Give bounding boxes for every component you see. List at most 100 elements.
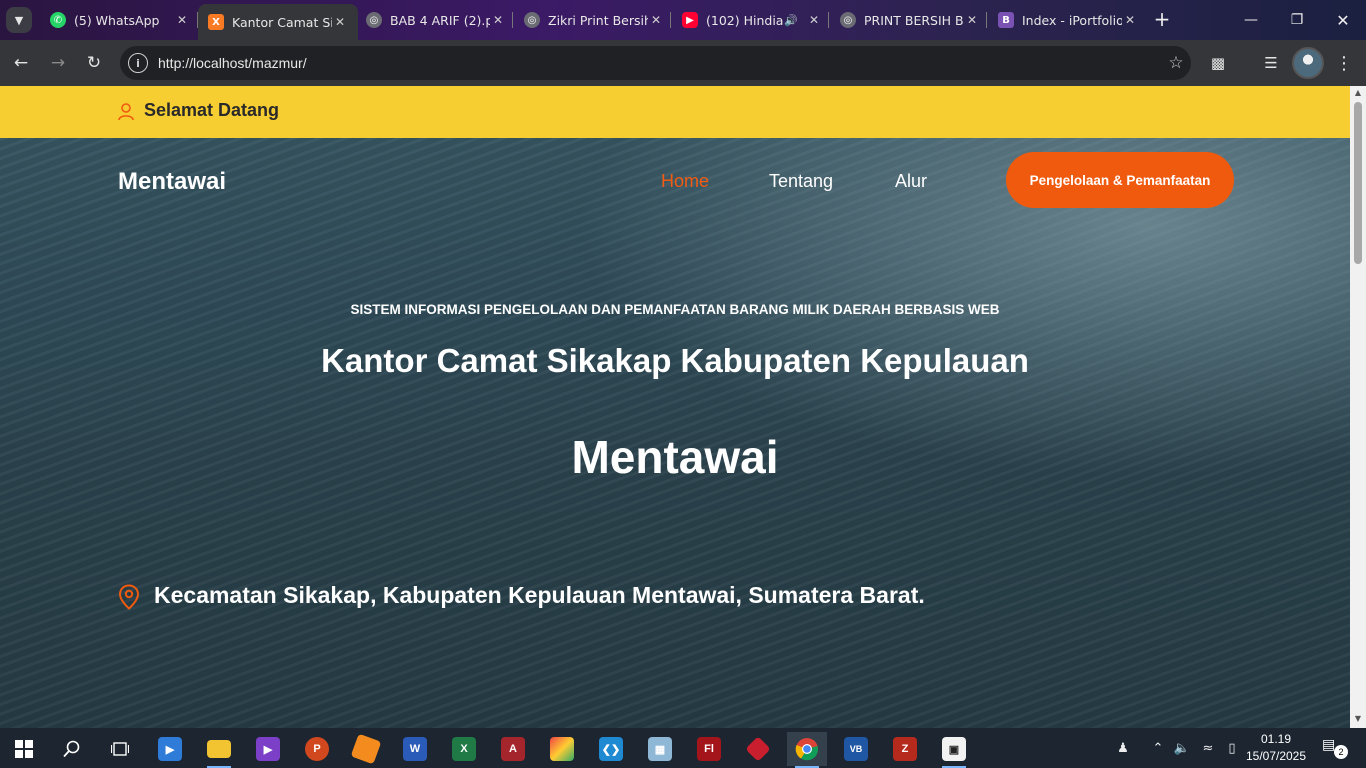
windows-start-icon: [15, 740, 33, 758]
nav-alur[interactable]: Alur: [895, 171, 927, 192]
battery-icon[interactable]: ▯: [1220, 728, 1244, 768]
tab-title: PRINT BERSIH BI: [864, 12, 964, 28]
globe-icon: ◎: [524, 12, 540, 28]
vscode-icon[interactable]: ❮❯: [591, 732, 631, 766]
close-icon[interactable]: ✕: [1122, 13, 1138, 27]
close-icon[interactable]: ✕: [174, 13, 190, 27]
welcome-bar: Selamat Datang: [0, 86, 1350, 138]
tab-separator: [512, 12, 513, 28]
page-viewport: Selamat Datang Mentawai Home Tentang Alu…: [0, 86, 1350, 728]
scroll-down-icon[interactable]: ▼: [1353, 714, 1363, 723]
youtube-icon: ▶: [682, 12, 698, 28]
notification-icon[interactable]: ▤ 2: [1322, 737, 1348, 759]
browser-toolbar: ← → ↻ i http://localhost/mazmur/ ☆ ▩ ☰ ⋮: [0, 40, 1366, 86]
profile-avatar[interactable]: [1292, 47, 1324, 79]
whatsapp-icon: ✆: [50, 12, 66, 28]
tab-iportfolio[interactable]: B Index - iPortfolio ✕: [988, 5, 1148, 35]
browser-tab-strip: ▼ ✆ (5) WhatsApp ✕ X Kantor Camat Sik ✕ …: [0, 0, 1366, 40]
excel-icon[interactable]: X: [444, 732, 484, 766]
hero-subtitle: SISTEM INFORMASI PENGELOLAAN DAN PEMANFA…: [350, 302, 1000, 317]
back-arrow-icon[interactable]: ←: [8, 50, 34, 76]
extensions-puzzle-icon[interactable]: ▩: [1205, 50, 1231, 76]
reload-icon[interactable]: ↻: [81, 50, 107, 76]
site-brand[interactable]: Mentawai: [118, 168, 226, 196]
vb-icon[interactable]: VB: [836, 732, 876, 766]
speaker-icon[interactable]: 🔊: [784, 14, 798, 27]
site-info-icon[interactable]: i: [128, 53, 148, 73]
close-icon[interactable]: ✕: [490, 13, 506, 27]
powerpoint-icon[interactable]: P: [297, 732, 337, 766]
tab-zikri-print[interactable]: ◎ Zikri Print Bersih ✕: [514, 5, 674, 35]
xampp-icon: X: [208, 14, 224, 30]
tool-icon[interactable]: [542, 732, 582, 766]
virtualbox-icon[interactable]: ▦: [640, 732, 680, 766]
tab-search-chevron-icon[interactable]: ▼: [6, 7, 32, 33]
git-icon[interactable]: [738, 732, 778, 766]
restore-icon[interactable]: ❐: [1274, 0, 1320, 40]
tab-title: (5) WhatsApp: [74, 12, 160, 28]
url-text[interactable]: http://localhost/mazmur/: [158, 55, 1161, 71]
hero-section: Mentawai Home Tentang Alur Pengelolaan &…: [0, 138, 1350, 728]
wifi-icon[interactable]: ≈: [1196, 728, 1220, 768]
close-icon[interactable]: ✕: [332, 15, 348, 29]
tab-whatsapp[interactable]: ✆ (5) WhatsApp ✕: [40, 5, 200, 35]
word-icon[interactable]: W: [395, 732, 435, 766]
page-scrollbar[interactable]: ▲ ▼: [1350, 86, 1366, 728]
window-close-icon[interactable]: ✕: [1320, 0, 1366, 40]
scrollbar-thumb[interactable]: [1354, 102, 1362, 264]
tab-youtube-hindia[interactable]: ▶ (102) Hindia 🔊 ✕: [672, 5, 832, 35]
chrome-icon[interactable]: [787, 732, 827, 768]
pengelolaan-button[interactable]: Pengelolaan & Pemanfaatan: [1006, 152, 1234, 208]
tab-title: (102) Hindia: [706, 12, 784, 28]
tab-separator: [986, 12, 987, 28]
globe-icon: ◎: [366, 12, 382, 28]
clock-time: 01.19: [1260, 732, 1292, 746]
volume-icon[interactable]: 🔈: [1170, 728, 1194, 768]
nav-home[interactable]: Home: [661, 171, 709, 192]
address-bar[interactable]: i http://localhost/mazmur/ ☆: [120, 46, 1191, 80]
tab-bab4-arif[interactable]: ◎ BAB 4 ARIF (2).p ✕: [356, 5, 516, 35]
sublime-icon[interactable]: [346, 732, 386, 766]
bootstrap-icon: B: [998, 12, 1014, 28]
app-icon[interactable]: ▣: [934, 732, 974, 768]
tab-separator: [828, 12, 829, 28]
access-icon[interactable]: A: [493, 732, 533, 766]
welcome-text: Selamat Datang: [144, 100, 280, 120]
clock[interactable]: 01.19 15/07/2025: [1244, 731, 1308, 765]
globe-icon: ◎: [840, 12, 856, 28]
search-icon[interactable]: [52, 732, 92, 766]
filezilla-icon[interactable]: Z: [885, 732, 925, 766]
flash-icon[interactable]: Fl: [689, 732, 729, 766]
visual-studio-icon[interactable]: ▶: [248, 732, 288, 766]
start-button[interactable]: [4, 732, 44, 766]
minimize-icon[interactable]: —: [1228, 0, 1274, 40]
task-view-icon[interactable]: [100, 732, 140, 766]
tray-chevron-icon[interactable]: ⌃: [1146, 728, 1170, 768]
tab-kantor-camat[interactable]: X Kantor Camat Sik ✕: [198, 4, 358, 40]
tab-title: Zikri Print Bersih: [548, 12, 648, 28]
clock-date: 15/07/2025: [1245, 749, 1307, 763]
people-icon[interactable]: ♟: [1110, 728, 1136, 768]
scroll-up-icon[interactable]: ▲: [1353, 88, 1363, 97]
close-icon[interactable]: ✕: [648, 13, 664, 27]
tab-title: Kantor Camat Sik: [232, 14, 332, 30]
windows-taskbar: ▶ ▶ P W X A ❮❯ ▦ Fl VB Z ▣ ♟ ⌃ 🔈 ≈ ▯ 01.…: [0, 728, 1366, 768]
close-icon[interactable]: ✕: [806, 13, 822, 27]
hero-title-line1: Kantor Camat Sikakap Kabupaten Kepulauan: [321, 342, 1029, 379]
tab-title: Index - iPortfolio: [1022, 12, 1122, 28]
location-text: Kecamatan Sikakap, Kabupaten Kepulauan M…: [154, 582, 925, 608]
tab-print-bersih[interactable]: ◎ PRINT BERSIH BI ✕: [830, 5, 990, 35]
media-player-icon[interactable]: ▶: [150, 732, 190, 766]
notification-badge: 2: [1334, 745, 1348, 759]
tab-separator: [670, 12, 671, 28]
new-tab-plus-icon[interactable]: +: [1150, 8, 1174, 32]
file-explorer-icon[interactable]: [199, 732, 239, 768]
close-icon[interactable]: ✕: [964, 13, 980, 27]
nav-tentang[interactable]: Tentang: [769, 171, 833, 192]
menu-kebab-icon[interactable]: ⋮: [1331, 50, 1357, 76]
tab-title: BAB 4 ARIF (2).p: [390, 12, 490, 28]
media-controls-icon[interactable]: ☰: [1258, 50, 1284, 76]
bookmark-star-icon[interactable]: ☆: [1161, 53, 1191, 73]
forward-arrow-icon[interactable]: →: [45, 50, 71, 76]
user-icon: [118, 103, 134, 121]
